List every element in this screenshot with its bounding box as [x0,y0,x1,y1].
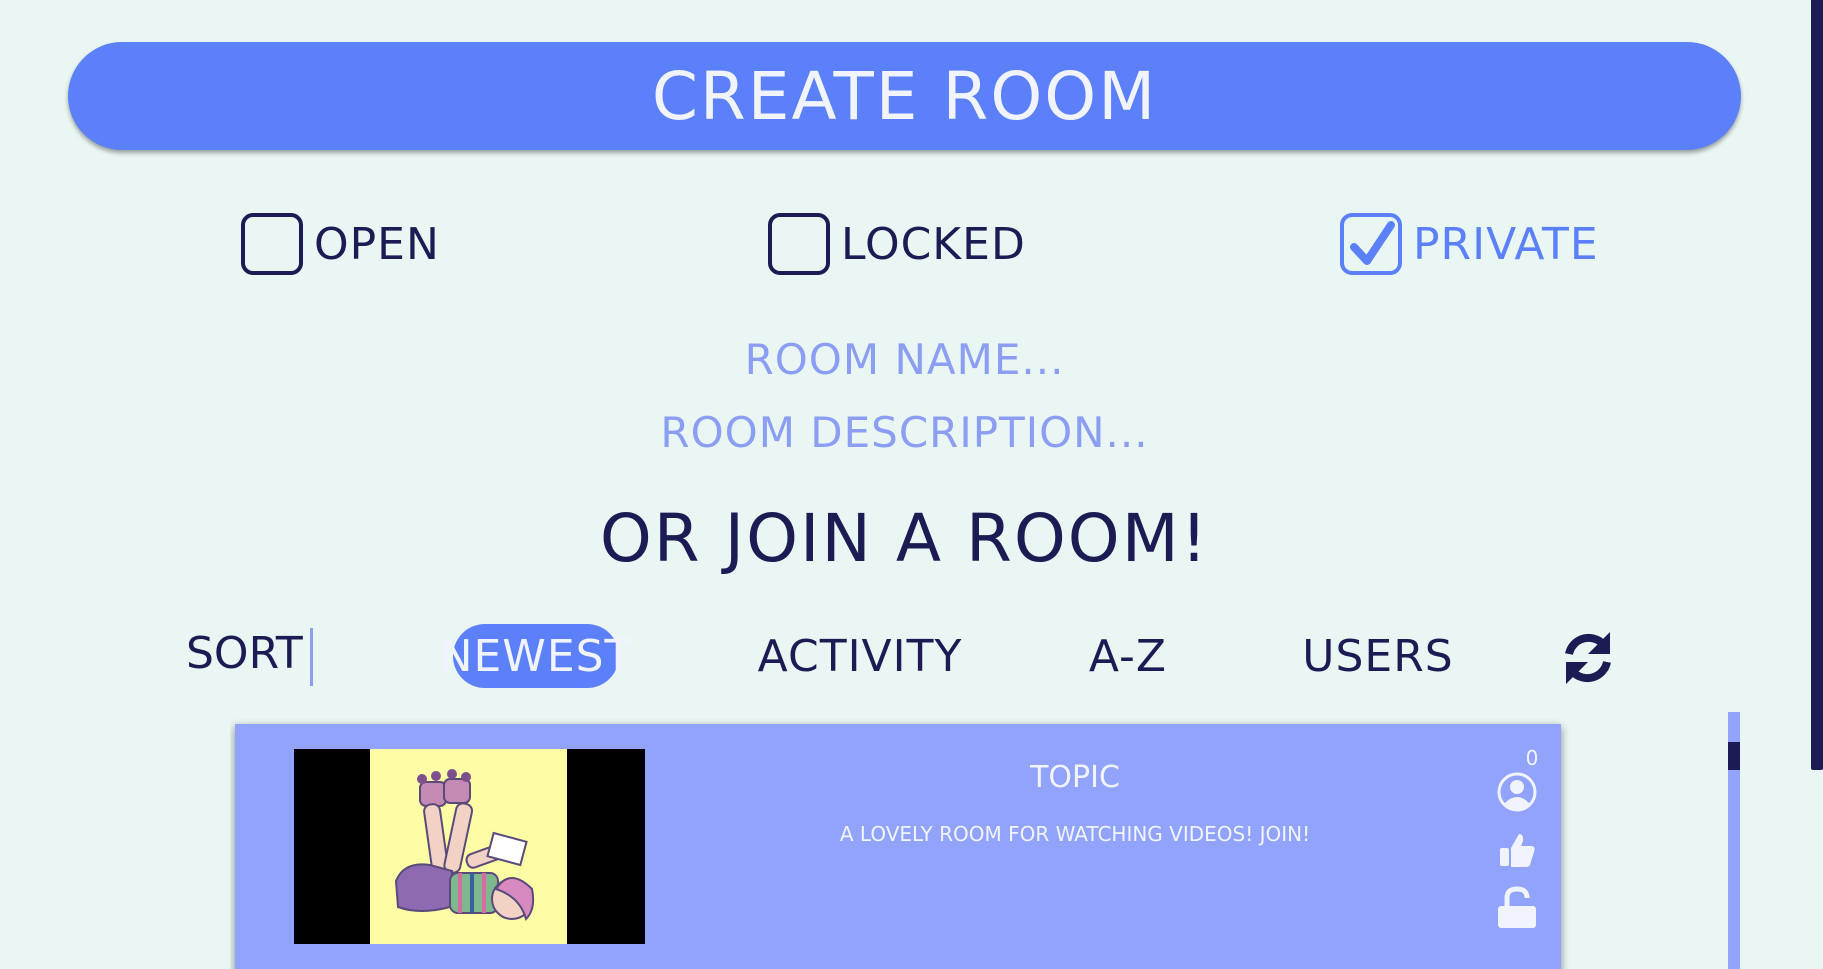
thumbnail-illustration [370,749,567,944]
private-checkbox[interactable] [1340,213,1402,275]
room-list-scrollbar[interactable] [1728,712,1740,969]
private-label: PRIVATE [1413,218,1599,270]
room-description-input[interactable] [0,405,1809,459]
thumbs-up-icon[interactable] [1497,830,1537,870]
room-list[interactable]: TOPIC A LOVELY ROOM FOR WATCHING VIDEOS!… [230,712,1740,969]
open-label: OPEN [314,218,440,270]
sort-users-button[interactable]: USERS [1300,624,1456,688]
room-topic: TOPIC [1030,760,1120,795]
sort-activity-button[interactable]: ACTIVITY [752,624,968,688]
sort-bar: SORT NEWEST ACTIVITY A-Z USERS [0,624,1809,688]
page-scrollbar[interactable] [1811,0,1823,969]
sort-newest-button[interactable]: NEWEST [440,624,631,688]
room-name-input[interactable] [0,332,1809,386]
sort-label: SORT [186,628,303,679]
user-icon [1497,772,1537,812]
room-list-scrollbar-thumb[interactable] [1728,742,1740,770]
option-open[interactable]: OPEN [241,210,440,278]
checkmark-icon [1350,221,1395,265]
page-scrollbar-thumb[interactable] [1811,0,1823,770]
room-thumbnail [294,749,645,944]
locked-checkbox[interactable] [768,213,830,275]
option-locked[interactable]: LOCKED [768,210,1026,278]
refresh-icon[interactable] [1560,630,1616,686]
locked-label: LOCKED [841,218,1026,270]
room-user-count: 0 [1525,746,1539,770]
sort-az-button[interactable]: A-Z [1077,624,1179,688]
option-private[interactable]: PRIVATE [1340,210,1599,278]
illustration-image [394,769,535,921]
room-card[interactable]: TOPIC A LOVELY ROOM FOR WATCHING VIDEOS!… [235,724,1561,969]
join-room-heading: OR JOIN A ROOM! [599,500,1210,577]
sort-divider [310,628,313,686]
room-description: A LOVELY ROOM FOR WATCHING VIDEOS! JOIN! [839,822,1311,846]
unlocked-icon [1498,886,1536,928]
open-checkbox[interactable] [241,213,303,275]
create-room-button[interactable]: CREATE ROOM [68,42,1741,150]
